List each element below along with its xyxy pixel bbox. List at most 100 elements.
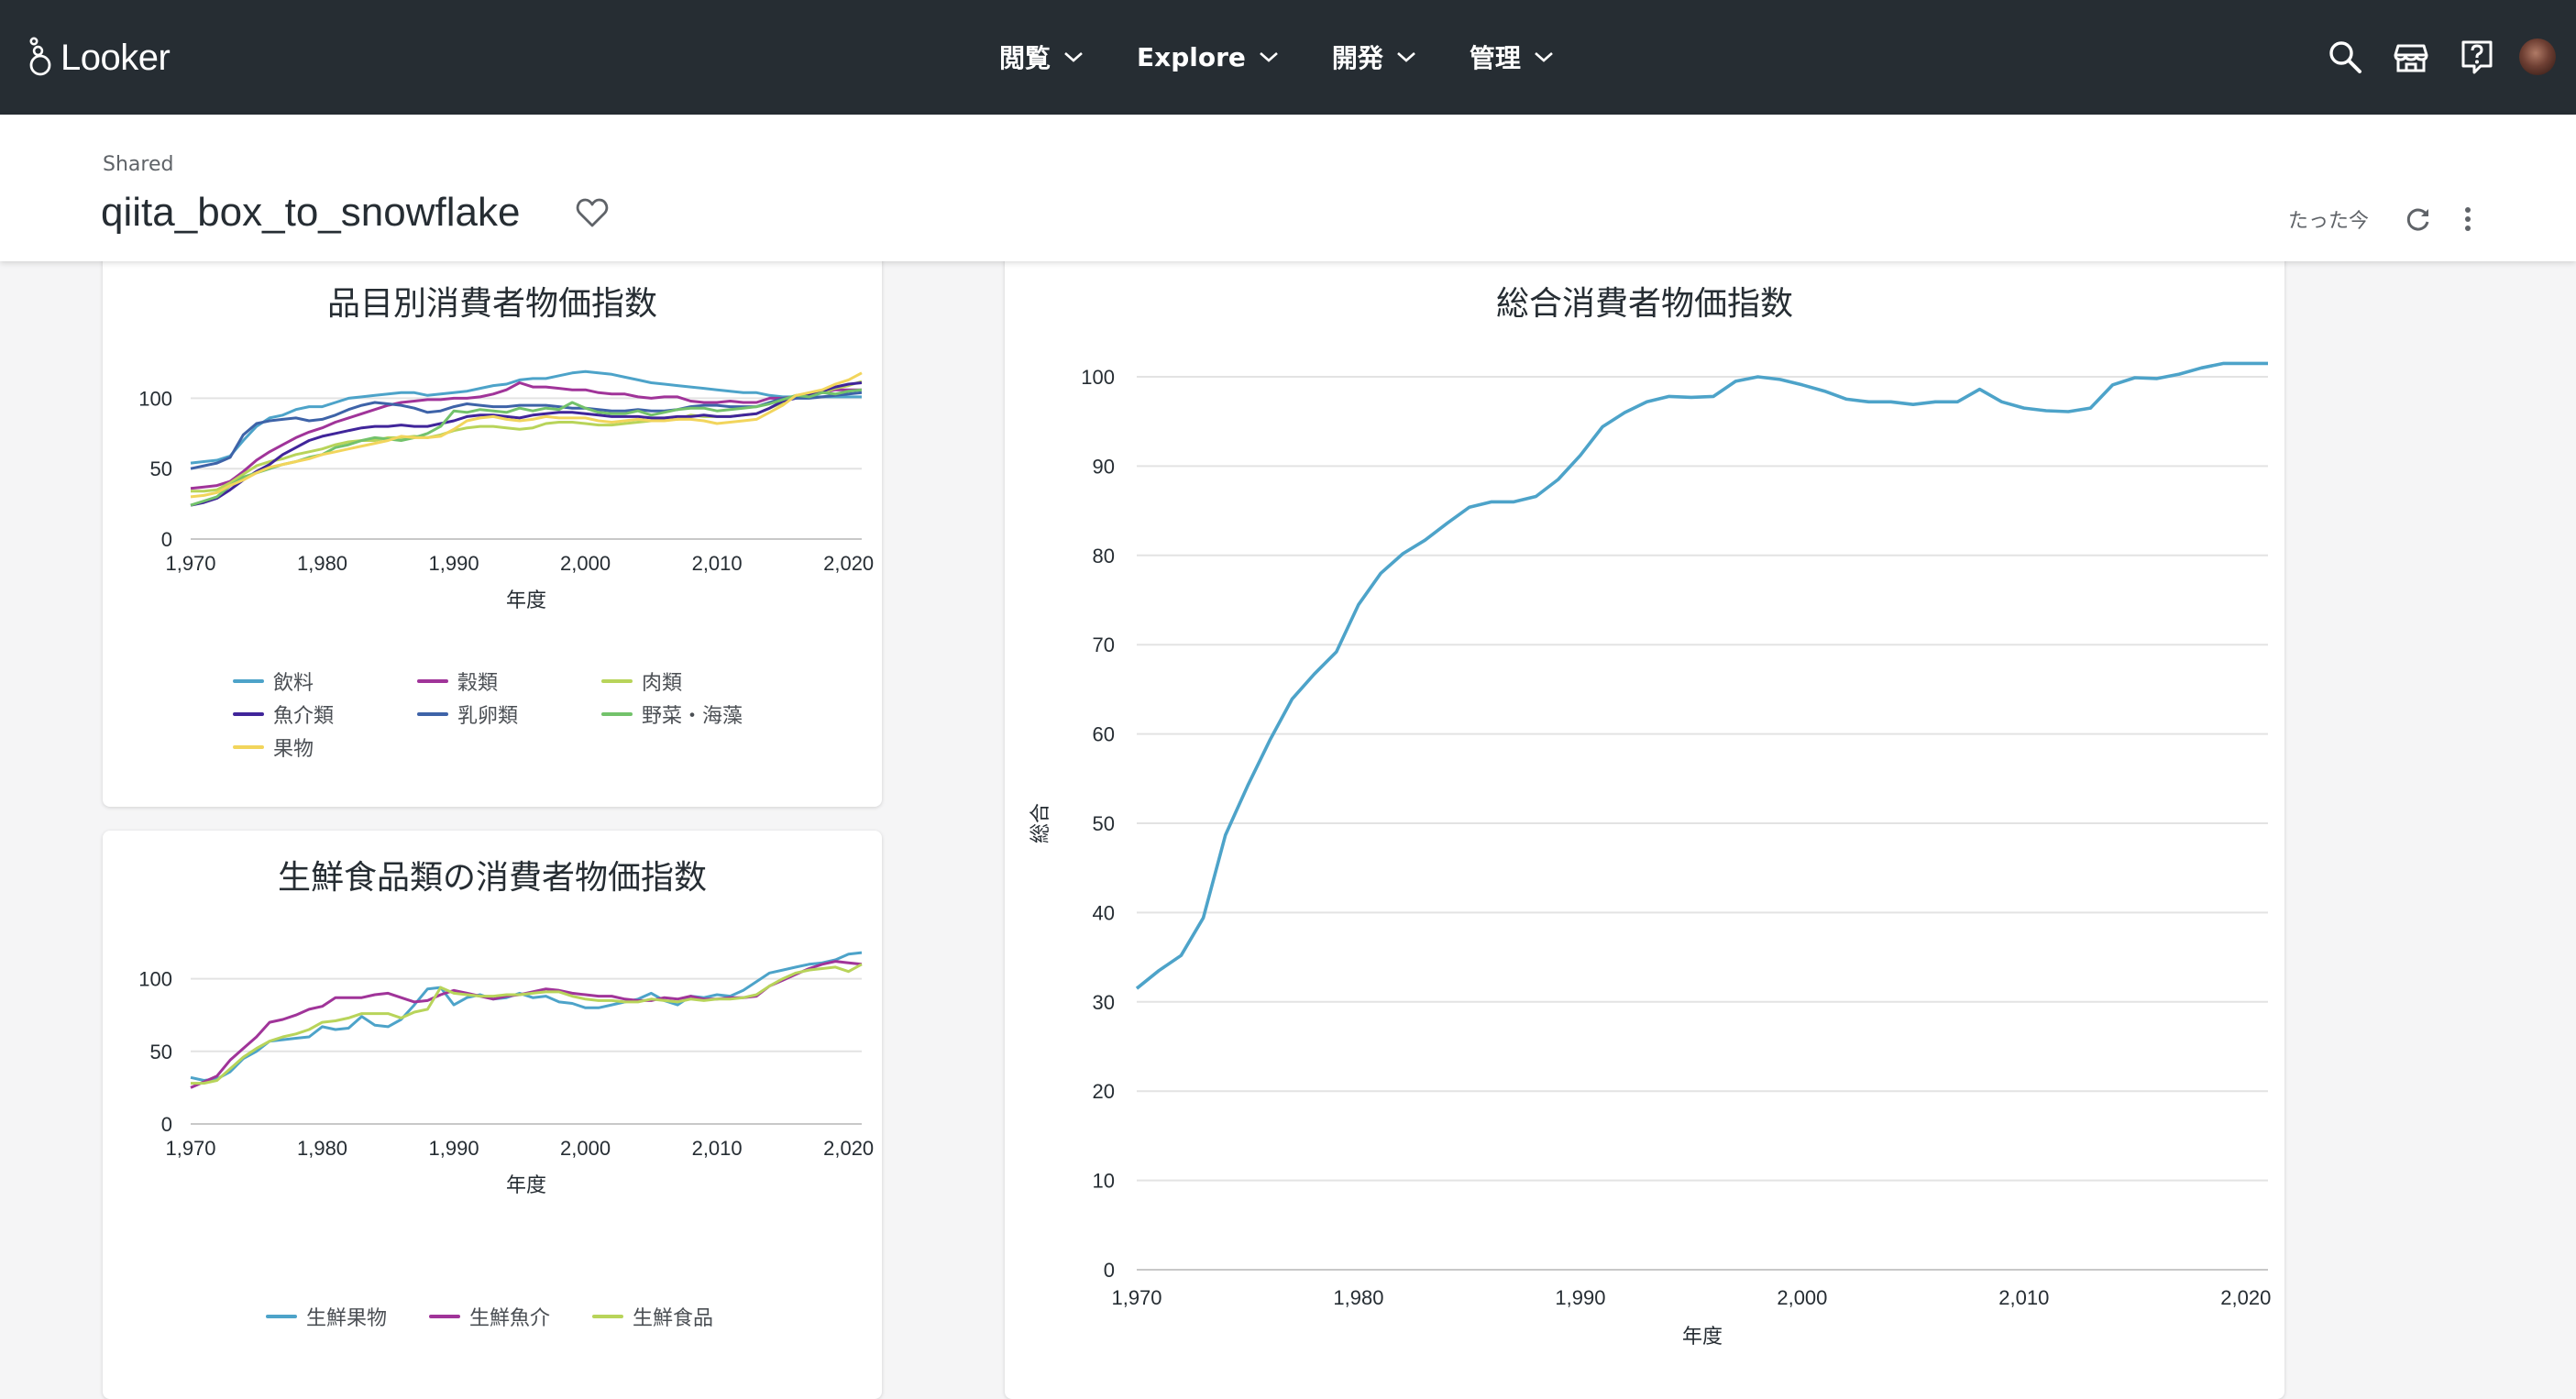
- legend-item-vegetables[interactable]: 野菜・海藻: [601, 700, 786, 728]
- nav-browse-label: 閲覧: [999, 43, 1051, 73]
- help-button[interactable]: [2451, 31, 2503, 83]
- x-tick-label: 2,010: [692, 1137, 743, 1160]
- reload-button[interactable]: [2398, 199, 2438, 239]
- legend-item-fish[interactable]: 魚介類: [233, 700, 417, 728]
- legend-label: 飲料: [273, 672, 314, 695]
- brand-name: Looker: [61, 37, 171, 78]
- legend-swatch: [429, 1315, 460, 1318]
- legend-item-fresh-fish[interactable]: 生鮮魚介: [429, 1303, 592, 1330]
- legend-label: 生鮮魚介: [469, 1307, 551, 1330]
- y-tick-label: 60: [1093, 723, 1115, 746]
- nav-develop-label: 開発: [1331, 43, 1383, 73]
- y-tick-label: 0: [1104, 1259, 1115, 1282]
- series-line[interactable]: [190, 371, 863, 499]
- y-axis-title: 総合: [1029, 803, 1052, 843]
- y-tick-label: 80: [1093, 545, 1115, 567]
- legend-item-fresh-fruit[interactable]: 生鮮果物: [266, 1303, 429, 1330]
- y-tick-label: 20: [1093, 1080, 1115, 1103]
- legend-swatch: [233, 745, 264, 749]
- nav-develop[interactable]: 開発: [1332, 39, 1416, 75]
- legend-swatch: [266, 1315, 297, 1318]
- legend-label: 穀類: [457, 672, 499, 695]
- marketplace-button[interactable]: [2385, 31, 2437, 83]
- legend-item-fresh-food[interactable]: 生鮮食品: [592, 1303, 755, 1330]
- x-tick-label: 2,010: [692, 552, 743, 575]
- x-axis-title: 年度: [1682, 1326, 1723, 1349]
- legend-label: 生鮮果物: [306, 1307, 388, 1330]
- looker-logo[interactable]: Looker: [26, 33, 171, 83]
- top-right-tools: [2319, 31, 2576, 83]
- chevron-down-icon: [1260, 52, 1278, 62]
- legend-label: 生鮮食品: [633, 1307, 714, 1330]
- legend-item-meat[interactable]: 肉類: [601, 667, 786, 695]
- x-tick-label: 2,000: [560, 552, 611, 575]
- x-tick-label: 2,000: [560, 1137, 611, 1160]
- y-tick-label: 50: [150, 457, 172, 480]
- legend-item-fruit[interactable]: 果物: [233, 733, 417, 761]
- dashboard-title: qiita_box_to_snowflake: [101, 190, 521, 235]
- y-tick-label: 100: [138, 387, 172, 410]
- y-tick-label: 30: [1093, 991, 1115, 1014]
- search-button[interactable]: [2319, 31, 2371, 83]
- chart-legend: 生鮮果物 生鮮魚介 生鮮食品: [266, 1303, 755, 1330]
- x-tick-label: 1,970: [165, 552, 215, 575]
- legend-swatch: [601, 679, 633, 683]
- legend-label: 肉類: [642, 672, 683, 695]
- legend-item-cereals[interactable]: 穀類: [417, 667, 601, 695]
- refresh-icon: [2406, 208, 2429, 231]
- x-tick-label: 2,000: [1777, 1286, 1827, 1309]
- legend-item-beverages[interactable]: 飲料: [233, 667, 417, 695]
- tile-overall-cpi: 総合消費者物価指数 0 10 20 30 40 50 60 70 80 90 100 1,970 1,9…: [1005, 229, 2284, 1399]
- main-nav: 閲覧 Explore 開発 管理: [999, 31, 1607, 83]
- legend-swatch: [601, 712, 633, 716]
- breadcrumb[interactable]: Shared: [103, 153, 173, 176]
- y-tick-label: 50: [150, 1041, 172, 1063]
- x-axis-title: 年度: [506, 1174, 546, 1197]
- search-icon: [2329, 41, 2361, 73]
- legend-item-dairy-eggs[interactable]: 乳卵類: [417, 700, 601, 728]
- legend-label: 乳卵類: [457, 705, 519, 728]
- x-tick-label: 2,020: [2220, 1286, 2271, 1309]
- x-tick-label: 1,990: [1555, 1286, 1605, 1309]
- overall-cpi-line-chart: 0 10 20 30 40 50 60 70 80 90 100 1,970 1,980 1,990 2,0…: [1029, 361, 2271, 1349]
- user-avatar[interactable]: [2519, 39, 2556, 75]
- y-tick-label: 50: [1093, 812, 1115, 835]
- top-nav-bar: Looker 閲覧 Explore 開発 管理: [0, 0, 2576, 115]
- series-line[interactable]: [1135, 361, 2268, 990]
- nav-admin-label: 管理: [1469, 43, 1521, 73]
- legend-label: 果物: [273, 738, 314, 761]
- y-tick-label: 0: [161, 1113, 172, 1136]
- x-tick-label: 1,980: [297, 552, 347, 575]
- series-line[interactable]: [190, 388, 863, 507]
- legend-swatch: [417, 679, 448, 683]
- y-tick-label: 100: [1081, 366, 1115, 389]
- x-tick-label: 1,970: [1111, 1286, 1161, 1309]
- x-axis-title: 年度: [506, 589, 546, 612]
- nav-admin[interactable]: 管理: [1470, 39, 1554, 75]
- fresh-food-cpi-line-chart: 0 50 100 1,970 1,980 1,990 2,000 2,010 2,020 年度: [138, 951, 874, 1197]
- dashboard-header: Shared qiita_box_to_snowflake たった今: [0, 115, 2576, 261]
- more-vertical-icon: [2465, 207, 2471, 231]
- legend-swatch: [417, 712, 448, 716]
- nav-explore[interactable]: Explore: [1137, 42, 1279, 72]
- chart-legend: 飲料 穀類 肉類 魚介類 乳卵類 野菜・海藻 果物: [233, 667, 786, 761]
- marketplace-store-icon: [2394, 44, 2428, 72]
- legend-swatch: [233, 712, 264, 716]
- y-tick-label: 0: [161, 528, 172, 551]
- favorite-heart-icon[interactable]: [576, 197, 609, 228]
- legend-label: 野菜・海藻: [642, 705, 743, 728]
- series-line[interactable]: [191, 963, 863, 1085]
- nav-browse[interactable]: 閲覧: [999, 39, 1084, 75]
- y-tick-label: 10: [1093, 1170, 1115, 1193]
- x-tick-label: 2,020: [823, 552, 874, 575]
- legend-swatch: [592, 1315, 623, 1318]
- x-tick-label: 1,980: [297, 1137, 347, 1160]
- dashboard-actions: たった今: [2288, 199, 2488, 239]
- x-tick-label: 1,990: [429, 552, 479, 575]
- y-tick-label: 90: [1093, 455, 1115, 478]
- chart-title: 生鮮食品類の消費者物価指数: [277, 859, 707, 897]
- help-question-icon: [2461, 40, 2493, 74]
- chevron-down-icon: [1535, 52, 1553, 62]
- x-tick-label: 2,020: [823, 1137, 874, 1160]
- dashboard-menu-button[interactable]: [2448, 199, 2488, 239]
